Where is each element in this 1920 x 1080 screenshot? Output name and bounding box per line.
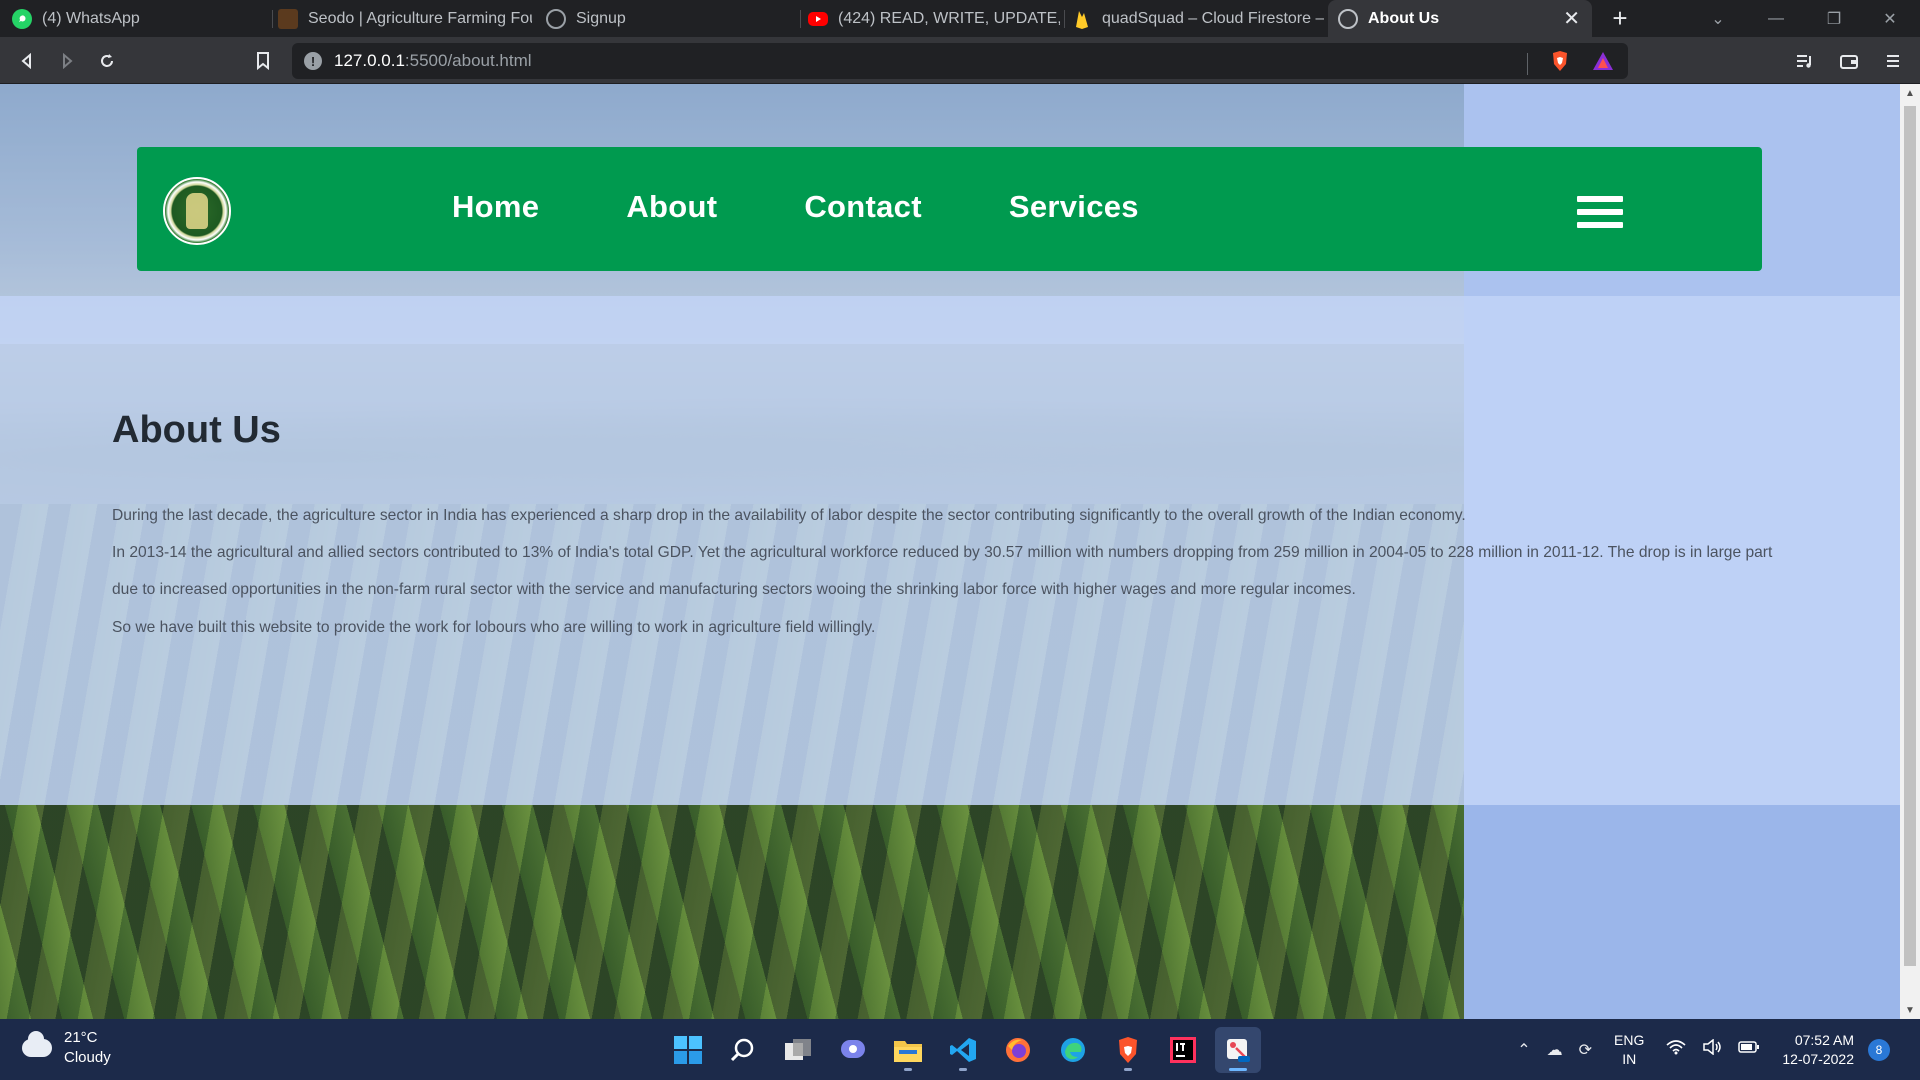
- whatsapp-icon: [12, 8, 32, 29]
- tab-signup[interactable]: Signup: [546, 0, 786, 37]
- nav-link-home[interactable]: Home: [452, 189, 539, 225]
- active-indicator: [1229, 1068, 1247, 1071]
- forward-button[interactable]: [52, 46, 82, 76]
- intellij-icon[interactable]: [1160, 1027, 1206, 1073]
- site-logo[interactable]: [163, 177, 231, 245]
- playlist-icon[interactable]: [1790, 46, 1820, 76]
- nav-link-about[interactable]: About: [626, 189, 717, 225]
- firefox-icon[interactable]: [995, 1027, 1041, 1073]
- about-text: During the last decade, the agriculture …: [112, 497, 1792, 646]
- scrollbar-thumb[interactable]: [1904, 106, 1916, 966]
- language-code: ENG: [1614, 1031, 1645, 1048]
- tab-title: (424) READ, WRITE, UPDATE, DEL: [838, 9, 1060, 27]
- clock-time: 07:52 AM: [1794, 1031, 1854, 1048]
- scroll-down-arrow-icon[interactable]: ▼: [1900, 1001, 1920, 1019]
- tab-whatsapp[interactable]: (4) WhatsApp: [12, 0, 272, 37]
- file-explorer-icon[interactable]: [885, 1027, 931, 1073]
- wifi-icon[interactable]: [1666, 1039, 1686, 1060]
- about-paragraph: So we have built this website to provide…: [112, 618, 876, 636]
- close-window-button[interactable]: ✕: [1862, 0, 1918, 37]
- edge-icon[interactable]: [1050, 1027, 1096, 1073]
- cloud-icon: [22, 1031, 52, 1057]
- page-title: About Us: [112, 409, 281, 451]
- brave-icon[interactable]: [1105, 1027, 1151, 1073]
- nav-link-contact[interactable]: Contact: [804, 189, 922, 225]
- weather-condition: Cloudy: [64, 1049, 111, 1066]
- volume-icon[interactable]: [1702, 1038, 1722, 1060]
- tab-search-chevron-icon[interactable]: ⌄: [1690, 0, 1746, 37]
- tab-title: (4) WhatsApp: [42, 9, 140, 27]
- globe-icon: [1338, 8, 1358, 29]
- hamburger-menu-icon[interactable]: [1577, 196, 1623, 228]
- crop-rows-foreground: [0, 804, 1464, 1019]
- brave-rewards-icon[interactable]: [1592, 51, 1614, 76]
- url-host: 127.0.0.1: [334, 51, 405, 70]
- divider: [1527, 52, 1528, 75]
- reload-button[interactable]: [92, 46, 122, 76]
- tab-about-us[interactable]: About Us ✕: [1328, 0, 1592, 37]
- running-indicator: [959, 1068, 967, 1071]
- chat-icon[interactable]: [830, 1027, 876, 1073]
- sync-icon[interactable]: ⟳: [1579, 1040, 1592, 1060]
- tab-title: About Us: [1368, 9, 1440, 27]
- address-bar[interactable]: ! 127.0.0.1 :5500/about.html: [292, 43, 1628, 79]
- snipping-tool-icon[interactable]: [1215, 1027, 1261, 1073]
- about-paragraph: In 2013-14 the agricultural and allied s…: [112, 544, 1773, 599]
- running-indicator: [1124, 1068, 1132, 1071]
- tab-youtube[interactable]: (424) READ, WRITE, UPDATE, DEL: [808, 0, 1060, 37]
- back-button[interactable]: [12, 46, 42, 76]
- tab-strip: (4) WhatsApp Seodo | Agriculture Farming…: [0, 0, 1920, 37]
- seodo-icon: [278, 8, 298, 29]
- tab-title: quadSquad – Cloud Firestore – F: [1102, 9, 1324, 27]
- nav-links: Home About Contact Services: [452, 189, 1226, 225]
- page-scrollbar[interactable]: ▲ ▼: [1900, 84, 1920, 1019]
- minimize-button[interactable]: —: [1748, 0, 1804, 37]
- search-icon[interactable]: [720, 1027, 766, 1073]
- close-tab-icon[interactable]: ✕: [1563, 6, 1580, 31]
- firebase-icon: [1072, 9, 1092, 29]
- tab-separator: [1064, 10, 1065, 28]
- vscode-icon[interactable]: [940, 1027, 986, 1073]
- task-view-icon[interactable]: [775, 1027, 821, 1073]
- taskbar-apps: [665, 1027, 1270, 1073]
- show-hidden-icons-chevron-icon[interactable]: ⌃: [1517, 1040, 1530, 1060]
- bookmark-icon[interactable]: [248, 46, 278, 76]
- onedrive-off-icon[interactable]: ☁: [1547, 1040, 1563, 1060]
- restore-button[interactable]: ❐: [1806, 0, 1862, 37]
- taskbar: 21°C Cloudy ⌃ ☁ ⟳ ENG IN 07:52 AM 12-07-…: [0, 1019, 1920, 1080]
- system-tray: ⌃ ☁ ⟳ ENG IN 07:52 AM 12-07-2022 8: [1509, 1019, 1890, 1080]
- url-path: :5500/about.html: [404, 51, 532, 70]
- tab-seodo[interactable]: Seodo | Agriculture Farming Foun: [278, 0, 532, 37]
- weather-temp: 21°C: [64, 1029, 98, 1046]
- globe-icon: [546, 8, 566, 29]
- start-icon[interactable]: [665, 1027, 711, 1073]
- tab-title: Signup: [576, 9, 626, 27]
- notification-badge[interactable]: 8: [1868, 1038, 1890, 1061]
- youtube-icon: [808, 11, 828, 26]
- farmer-emblem-icon: [186, 193, 208, 229]
- nav-link-services[interactable]: Services: [1009, 189, 1139, 225]
- weather-widget[interactable]: 21°C Cloudy: [22, 1028, 111, 1068]
- clock[interactable]: 07:52 AM 12-07-2022: [1782, 1031, 1854, 1069]
- site-navbar: Home About Contact Services: [137, 147, 1762, 271]
- new-tab-button[interactable]: +: [1605, 3, 1635, 34]
- tab-firestore[interactable]: quadSquad – Cloud Firestore – F: [1072, 0, 1324, 37]
- running-indicator: [904, 1068, 912, 1071]
- tab-separator: [272, 10, 273, 28]
- site-info-icon[interactable]: !: [304, 52, 322, 70]
- menu-icon[interactable]: [1878, 46, 1908, 76]
- region-code: IN: [1622, 1050, 1637, 1067]
- clock-date: 12-07-2022: [1782, 1050, 1854, 1067]
- brave-shields-icon[interactable]: [1550, 50, 1570, 77]
- battery-icon[interactable]: [1738, 1040, 1760, 1059]
- weather-text: 21°C Cloudy: [64, 1028, 111, 1068]
- scroll-up-arrow-icon[interactable]: ▲: [1900, 84, 1920, 102]
- page-viewport: Home About Contact Services About Us Dur…: [0, 84, 1900, 1019]
- about-paragraph: During the last decade, the agriculture …: [112, 507, 1466, 524]
- language-indicator[interactable]: ENG IN: [1614, 1031, 1644, 1069]
- browser-toolbar: ! 127.0.0.1 :5500/about.html: [0, 37, 1920, 84]
- wallet-icon[interactable]: [1834, 46, 1864, 76]
- tab-separator: [800, 10, 801, 28]
- tab-title: Seodo | Agriculture Farming Foun: [308, 9, 532, 27]
